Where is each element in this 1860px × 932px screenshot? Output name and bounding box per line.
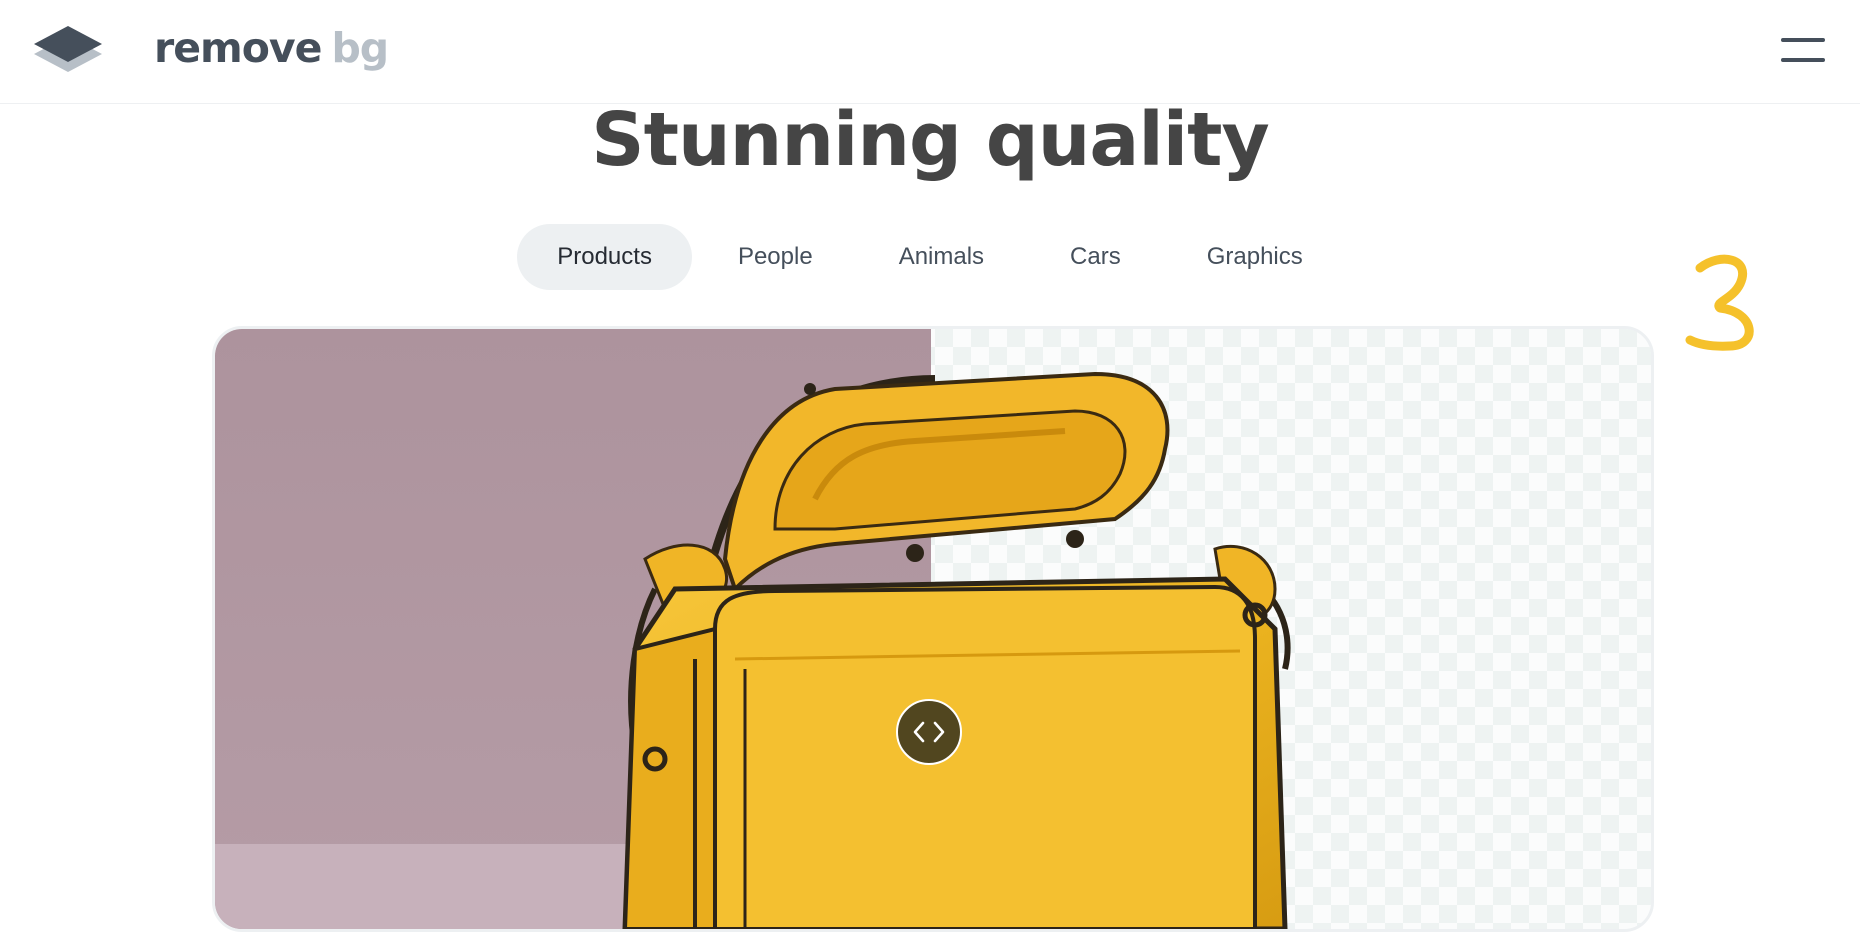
before-after-comparison <box>212 326 1654 932</box>
tab-graphics[interactable]: Graphics <box>1167 224 1343 290</box>
category-tabs: Products People Animals Cars Graphics <box>0 224 1860 290</box>
tab-animals[interactable]: Animals <box>859 224 1024 290</box>
tab-people[interactable]: People <box>698 224 853 290</box>
page-title: Stunning quality <box>591 97 1269 183</box>
chevrons-left-right-icon <box>913 721 945 743</box>
hamburger-line <box>1781 58 1825 62</box>
yellow-squiggle-decoration <box>1685 254 1754 351</box>
site-header: remove bg <box>0 0 1860 103</box>
hamburger-icon[interactable] <box>1781 38 1825 64</box>
tab-cars[interactable]: Cars <box>1030 224 1161 290</box>
logo-word-bg: bg <box>331 24 389 72</box>
logo-link[interactable]: remove bg <box>34 22 389 74</box>
comparison-slider-handle[interactable] <box>896 699 962 765</box>
hamburger-line <box>1781 38 1825 42</box>
tab-products[interactable]: Products <box>517 224 692 290</box>
logo-word-remove: remove <box>154 24 322 72</box>
logo-layers-icon <box>34 26 102 72</box>
logo-wordmark: remove bg <box>154 22 389 74</box>
handbag-photo <box>215 329 1651 929</box>
